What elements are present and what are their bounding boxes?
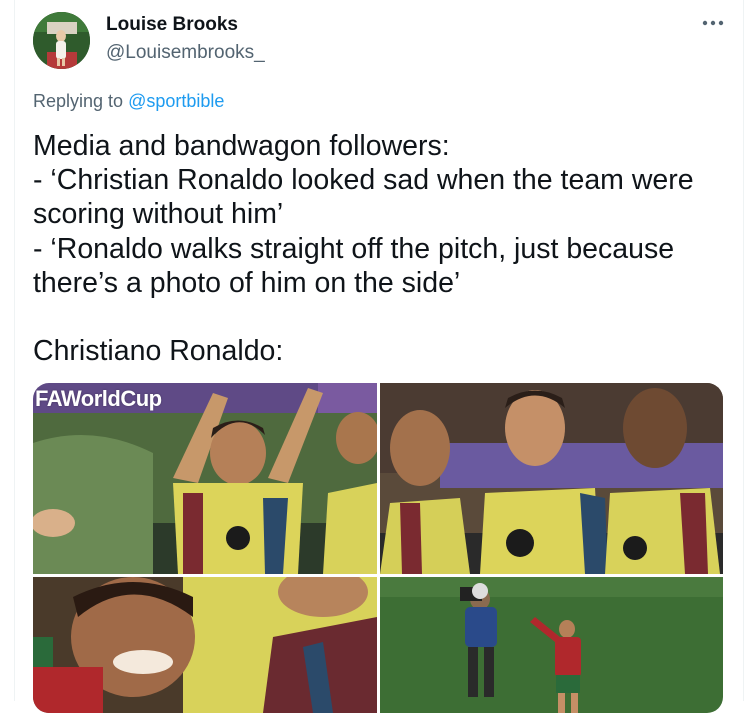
media-photo-1[interactable]: FAWorldCup (33, 383, 377, 574)
author-name[interactable]: Louise Brooks (106, 14, 238, 36)
tweet-text-line: there’s a photo of him on the side’ (33, 266, 461, 299)
photo-pepe-closeup (33, 577, 377, 713)
media-photo-3[interactable] (33, 577, 377, 713)
author-avatar[interactable] (33, 12, 90, 69)
media-photo-2[interactable] (380, 383, 723, 574)
author-handle[interactable]: @Louisembrooks_ (106, 42, 265, 64)
reply-prefix: Replying to (33, 91, 129, 111)
ellipsis-icon (702, 20, 724, 26)
reply-handle-link[interactable]: @sportbible (128, 91, 224, 111)
tweet-text-line: - ‘Ronaldo walks straight off the pitch,… (33, 232, 675, 265)
tweet-text: Media and bandwagon followers: - ‘Christ… (33, 129, 723, 368)
reply-context: Replying to @sportbible (33, 91, 224, 112)
avatar-image (33, 12, 90, 69)
tweet-text-line: - ‘Christian Ronaldo looked sad when the… (33, 164, 694, 197)
tweet-text-line: Christiano Ronaldo: (33, 335, 284, 368)
photo-bench-smiles (380, 383, 723, 574)
tweet-text-line: Media and bandwagon followers: (33, 130, 450, 162)
tweet-text-line: scoring without him’ (33, 198, 284, 231)
photo-pitch-walk (380, 577, 723, 713)
media-grid: FAWorldCup (33, 383, 723, 713)
more-options-button[interactable] (700, 10, 726, 36)
photo-watermark: FAWorldCup (35, 386, 162, 411)
media-photo-4[interactable] (380, 577, 723, 713)
